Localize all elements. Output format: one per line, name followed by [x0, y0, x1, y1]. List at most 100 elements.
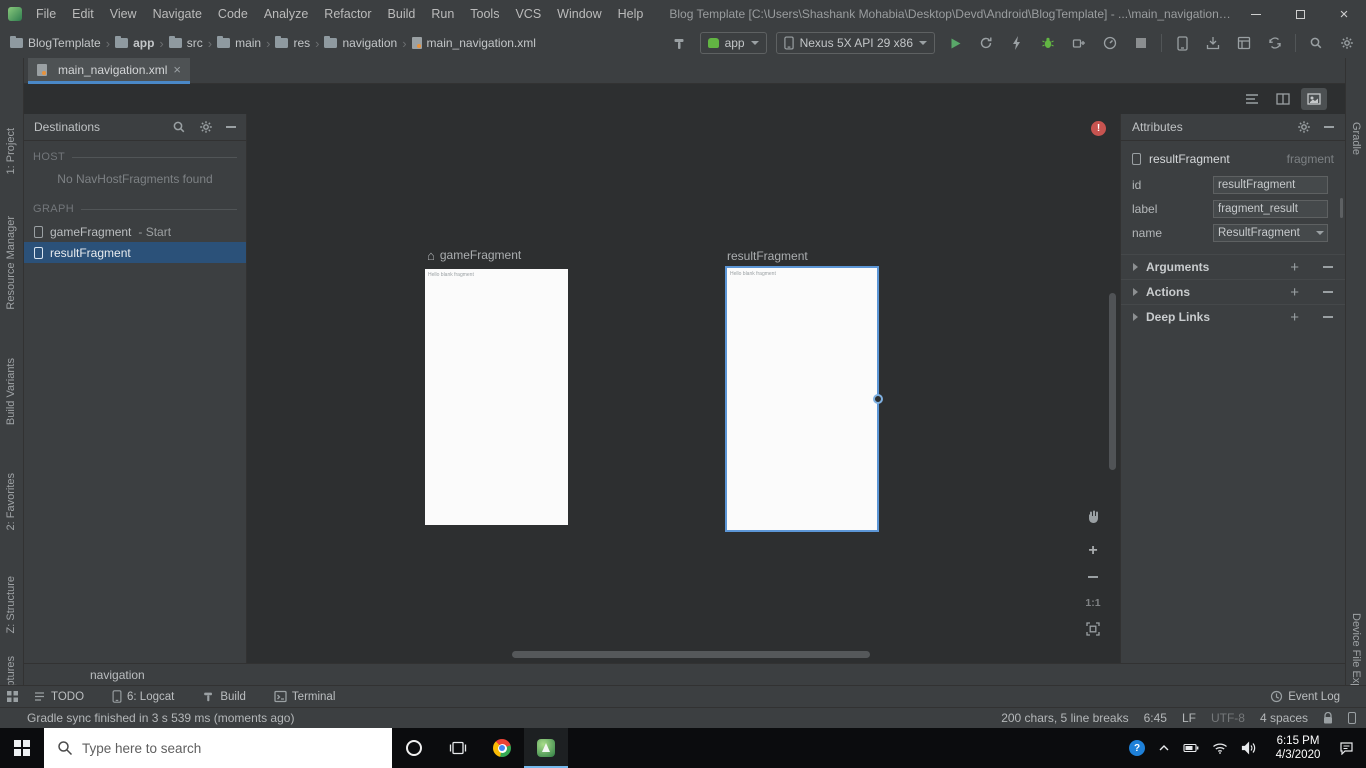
panel-scrollbar[interactable] [1340, 198, 1343, 218]
tab-close-icon[interactable]: × [173, 63, 181, 76]
tool-button-logcat[interactable]: 6: Logcat [112, 690, 174, 703]
remove-argument-icon[interactable] [1323, 266, 1333, 268]
gear-icon[interactable] [1297, 120, 1311, 134]
volume-icon[interactable] [1241, 741, 1257, 755]
tray-chevron-up-icon[interactable] [1158, 744, 1170, 752]
android-studio-button[interactable] [524, 728, 568, 768]
vertical-scrollbar[interactable] [1109, 293, 1116, 470]
taskbar-search-input[interactable] [82, 741, 382, 756]
menu-navigate[interactable]: Navigate [145, 0, 210, 28]
remove-action-icon[interactable] [1323, 291, 1333, 293]
tab-main-navigation-xml[interactable]: main_navigation.xml × [28, 58, 190, 84]
game-fragment-preview[interactable]: Hello blank fragment [425, 269, 568, 525]
add-deep-link-icon[interactable]: + [1290, 310, 1299, 325]
line-ending-indicator[interactable]: LF [1182, 711, 1196, 725]
arguments-section[interactable]: Arguments + [1121, 254, 1345, 279]
breadcrumb-navigation-file[interactable]: navigation [90, 668, 145, 682]
close-button[interactable]: × [1322, 0, 1366, 28]
sdk-manager-button[interactable] [1202, 32, 1224, 54]
tool-button-project[interactable]: 1: Project [5, 128, 17, 174]
menu-tools[interactable]: Tools [462, 0, 507, 28]
action-drag-handle[interactable] [873, 394, 883, 404]
code-view-button[interactable] [1239, 88, 1265, 110]
remove-deep-link-icon[interactable] [1323, 316, 1333, 318]
tool-button-structure[interactable]: Z: Structure [5, 576, 17, 633]
menu-help[interactable]: Help [610, 0, 652, 28]
cortana-button[interactable] [392, 728, 436, 768]
design-view-button[interactable] [1301, 88, 1327, 110]
gear-icon[interactable] [199, 120, 213, 134]
add-action-icon[interactable]: + [1290, 285, 1299, 300]
breadcrumb-navigation[interactable]: navigation [324, 36, 397, 50]
run-button[interactable] [944, 32, 966, 54]
split-view-button[interactable] [1270, 88, 1296, 110]
minimize-button[interactable] [1234, 0, 1278, 28]
layout-inspector-button[interactable] [1233, 32, 1255, 54]
apply-changes-button[interactable] [975, 32, 997, 54]
device-manager-button[interactable] [1171, 32, 1193, 54]
tray-help-icon[interactable]: ? [1129, 740, 1145, 756]
lock-icon[interactable] [1323, 712, 1333, 725]
run-config-dropdown[interactable]: app [700, 32, 767, 54]
label-field[interactable] [1213, 200, 1328, 218]
encoding-indicator[interactable]: UTF-8 [1211, 711, 1245, 725]
debug-button[interactable] [1037, 32, 1059, 54]
taskbar-clock[interactable]: 6:15 PM 4/3/2020 [1270, 734, 1326, 762]
tool-button-build[interactable]: Build [202, 690, 246, 703]
indent-indicator[interactable]: 4 spaces [1260, 711, 1308, 725]
menu-view[interactable]: View [102, 0, 145, 28]
actions-section[interactable]: Actions + [1121, 279, 1345, 304]
hide-panel-icon[interactable] [226, 126, 236, 128]
stop-button[interactable] [1130, 32, 1152, 54]
id-field[interactable] [1213, 176, 1328, 194]
battery-icon[interactable] [1183, 743, 1199, 753]
hide-panel-icon[interactable] [1324, 126, 1334, 128]
caret-position-indicator[interactable]: 6:45 [1144, 711, 1167, 725]
action-center-icon[interactable] [1339, 741, 1354, 755]
network-icon[interactable] [1212, 742, 1228, 754]
destination-item-game-fragment[interactable]: gameFragment - Start [24, 221, 246, 242]
menu-vcs[interactable]: VCS [507, 0, 549, 28]
gradle-sync-button[interactable] [1264, 32, 1286, 54]
error-badge[interactable]: ! [1091, 121, 1106, 136]
tool-button-resource-manager[interactable]: Resource Manager [5, 216, 17, 310]
chrome-button[interactable] [480, 728, 524, 768]
tool-button-terminal[interactable]: Terminal [274, 690, 335, 703]
taskbar-search[interactable] [44, 728, 392, 768]
horizontal-scrollbar[interactable] [512, 651, 870, 658]
apply-code-changes-button[interactable] [1006, 32, 1028, 54]
zoom-to-fit-button[interactable] [1083, 619, 1103, 639]
breadcrumb-src[interactable]: src [169, 36, 203, 50]
tool-button-favorites[interactable]: 2: Favorites [5, 473, 17, 530]
add-argument-icon[interactable]: + [1290, 260, 1299, 275]
breadcrumb-project[interactable]: BlogTemplate [10, 36, 101, 50]
breadcrumb-res[interactable]: res [275, 36, 310, 50]
deep-links-section[interactable]: Deep Links + [1121, 304, 1345, 329]
breadcrumb-file[interactable]: main_navigation.xml [412, 36, 536, 50]
highlighting-level-icon[interactable] [1348, 712, 1356, 724]
result-fragment-preview[interactable]: Hello blank fragment [727, 268, 877, 530]
zoom-out-button[interactable] [1083, 567, 1103, 587]
search-icon[interactable] [172, 120, 186, 134]
device-dropdown[interactable]: Nexus 5X API 29 x86 [776, 32, 935, 54]
event-log-button[interactable]: Event Log [1270, 690, 1340, 703]
task-view-button[interactable] [436, 728, 480, 768]
navigation-canvas[interactable]: ! ⌂ gameFragment Hello blank fragment re… [247, 114, 1120, 663]
zoom-in-button[interactable]: + [1083, 541, 1103, 561]
pan-button[interactable] [1083, 507, 1103, 527]
menu-refactor[interactable]: Refactor [316, 0, 379, 28]
name-dropdown[interactable]: ResultFragment [1213, 224, 1328, 242]
maximize-button[interactable] [1278, 0, 1322, 28]
start-button[interactable] [0, 728, 44, 768]
tool-button-gradle[interactable]: Gradle [1350, 122, 1362, 155]
search-everywhere-button[interactable] [1305, 32, 1327, 54]
menu-build[interactable]: Build [380, 0, 424, 28]
menu-window[interactable]: Window [549, 0, 609, 28]
breadcrumb-main[interactable]: main [217, 36, 261, 50]
menu-code[interactable]: Code [210, 0, 256, 28]
menu-run[interactable]: Run [423, 0, 462, 28]
tool-button-build-variants[interactable]: Build Variants [5, 358, 17, 425]
breadcrumb-app[interactable]: app [115, 36, 154, 50]
settings-button[interactable] [1336, 32, 1358, 54]
build-hammer-button[interactable] [669, 32, 691, 54]
